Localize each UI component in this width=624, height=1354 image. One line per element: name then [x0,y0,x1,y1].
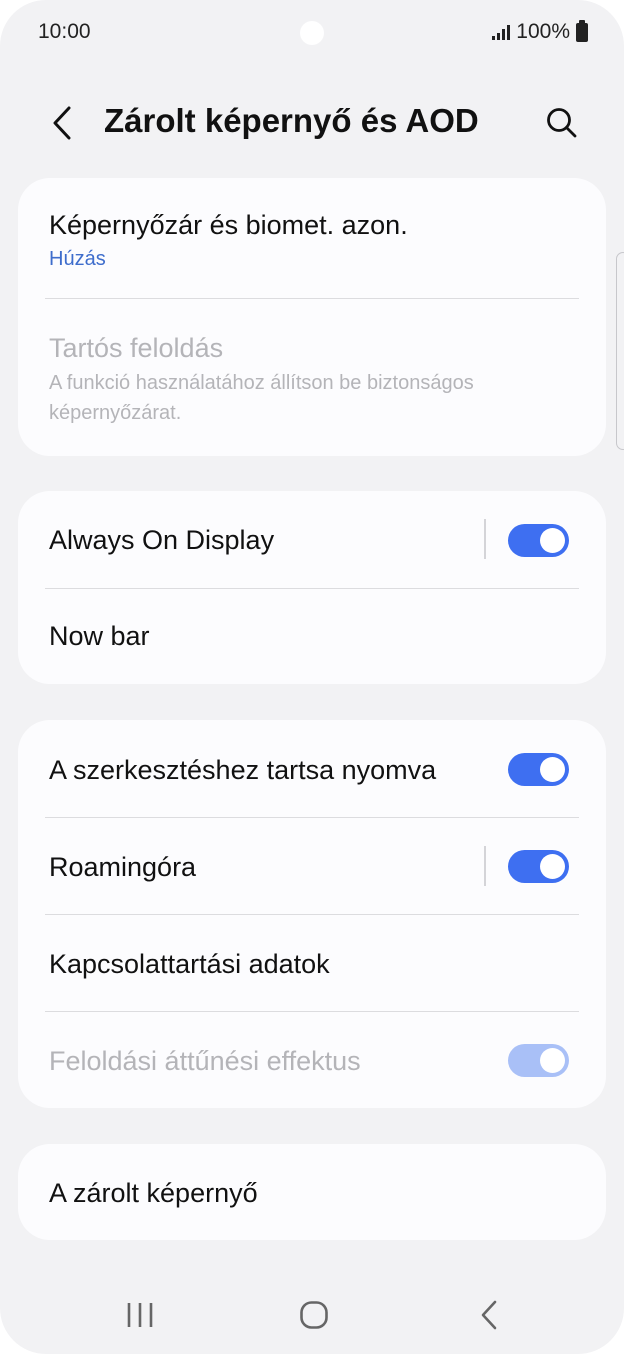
front-camera-cutout [300,21,324,45]
home-button[interactable] [279,1290,349,1340]
roaming-clock-item[interactable]: Roamingóra [18,818,606,915]
unlock-effect-toggle [508,1044,569,1077]
status-icons: 100% [492,19,588,44]
extend-unlock-subtitle-line1: A funkció használatához állítson be bizt… [49,372,474,394]
security-card: Képernyőzár és biomet. azon. Húzás Tartó… [18,178,606,456]
display-card: Always On Display Now bar [18,491,606,684]
about-card: A zárolt képernyő [18,1144,606,1240]
battery-icon [576,19,588,42]
options-card: A szerkesztéshez tartsa nyomva Roamingór… [18,720,606,1108]
roaming-clock-title: Roamingóra [49,852,197,882]
back-icon [481,1300,497,1330]
home-icon [300,1301,328,1329]
vertical-separator [484,519,486,559]
toggle-knob [540,1048,565,1073]
toggle-knob [540,528,565,553]
edit-hold-toggle[interactable] [508,753,569,786]
lock-screen-item[interactable]: A zárolt képernyő [18,1144,606,1240]
extend-unlock-item: Tartós feloldás A funkció használatához … [18,299,606,456]
phone-screen: 10:00 100% Zárolt képernyő és AOD Képern… [0,0,624,1354]
contact-info-title: Kapcsolattartási adatok [49,949,330,979]
recents-button[interactable] [105,1290,175,1340]
vertical-separator [484,846,486,886]
unlock-effect-title: Feloldási áttűnési effektus [49,1046,361,1076]
now-bar-title: Now bar [49,621,150,651]
screen-lock-title: Képernyőzár és biomet. azon. [49,210,408,240]
toggle-knob [540,757,565,782]
screen-lock-subtitle: Húzás [49,248,106,270]
lock-screen-title: A zárolt képernyő [49,1178,258,1208]
aod-item[interactable]: Always On Display [18,491,606,588]
recents-icon [127,1303,153,1327]
toggle-knob [540,854,565,879]
edit-hold-title: A szerkesztéshez tartsa nyomva [49,755,437,785]
back-button[interactable] [40,100,84,146]
extend-unlock-title: Tartós feloldás [49,333,224,363]
nav-back-button[interactable] [454,1290,524,1340]
roaming-clock-toggle[interactable] [508,850,569,883]
status-time: 10:00 [38,20,91,43]
unlock-effect-item: Feloldási áttűnési effektus [18,1012,606,1108]
back-arrow-icon [53,106,71,140]
search-button[interactable] [538,100,586,146]
scrollbar[interactable] [616,252,624,450]
now-bar-item[interactable]: Now bar [18,589,606,684]
page-title: Zárolt képernyő és AOD [104,102,479,139]
aod-title: Always On Display [49,525,275,555]
contact-info-item[interactable]: Kapcsolattartási adatok [18,915,606,1012]
signal-icon [492,24,511,40]
edit-hold-item[interactable]: A szerkesztéshez tartsa nyomva [18,720,606,817]
screen-lock-item[interactable]: Képernyőzár és biomet. azon. Húzás [18,178,606,298]
search-icon [547,108,577,138]
aod-toggle[interactable] [508,524,569,557]
extend-unlock-subtitle-line2: képernyőzárat. [49,402,182,424]
battery-percent: 100% [516,20,570,43]
